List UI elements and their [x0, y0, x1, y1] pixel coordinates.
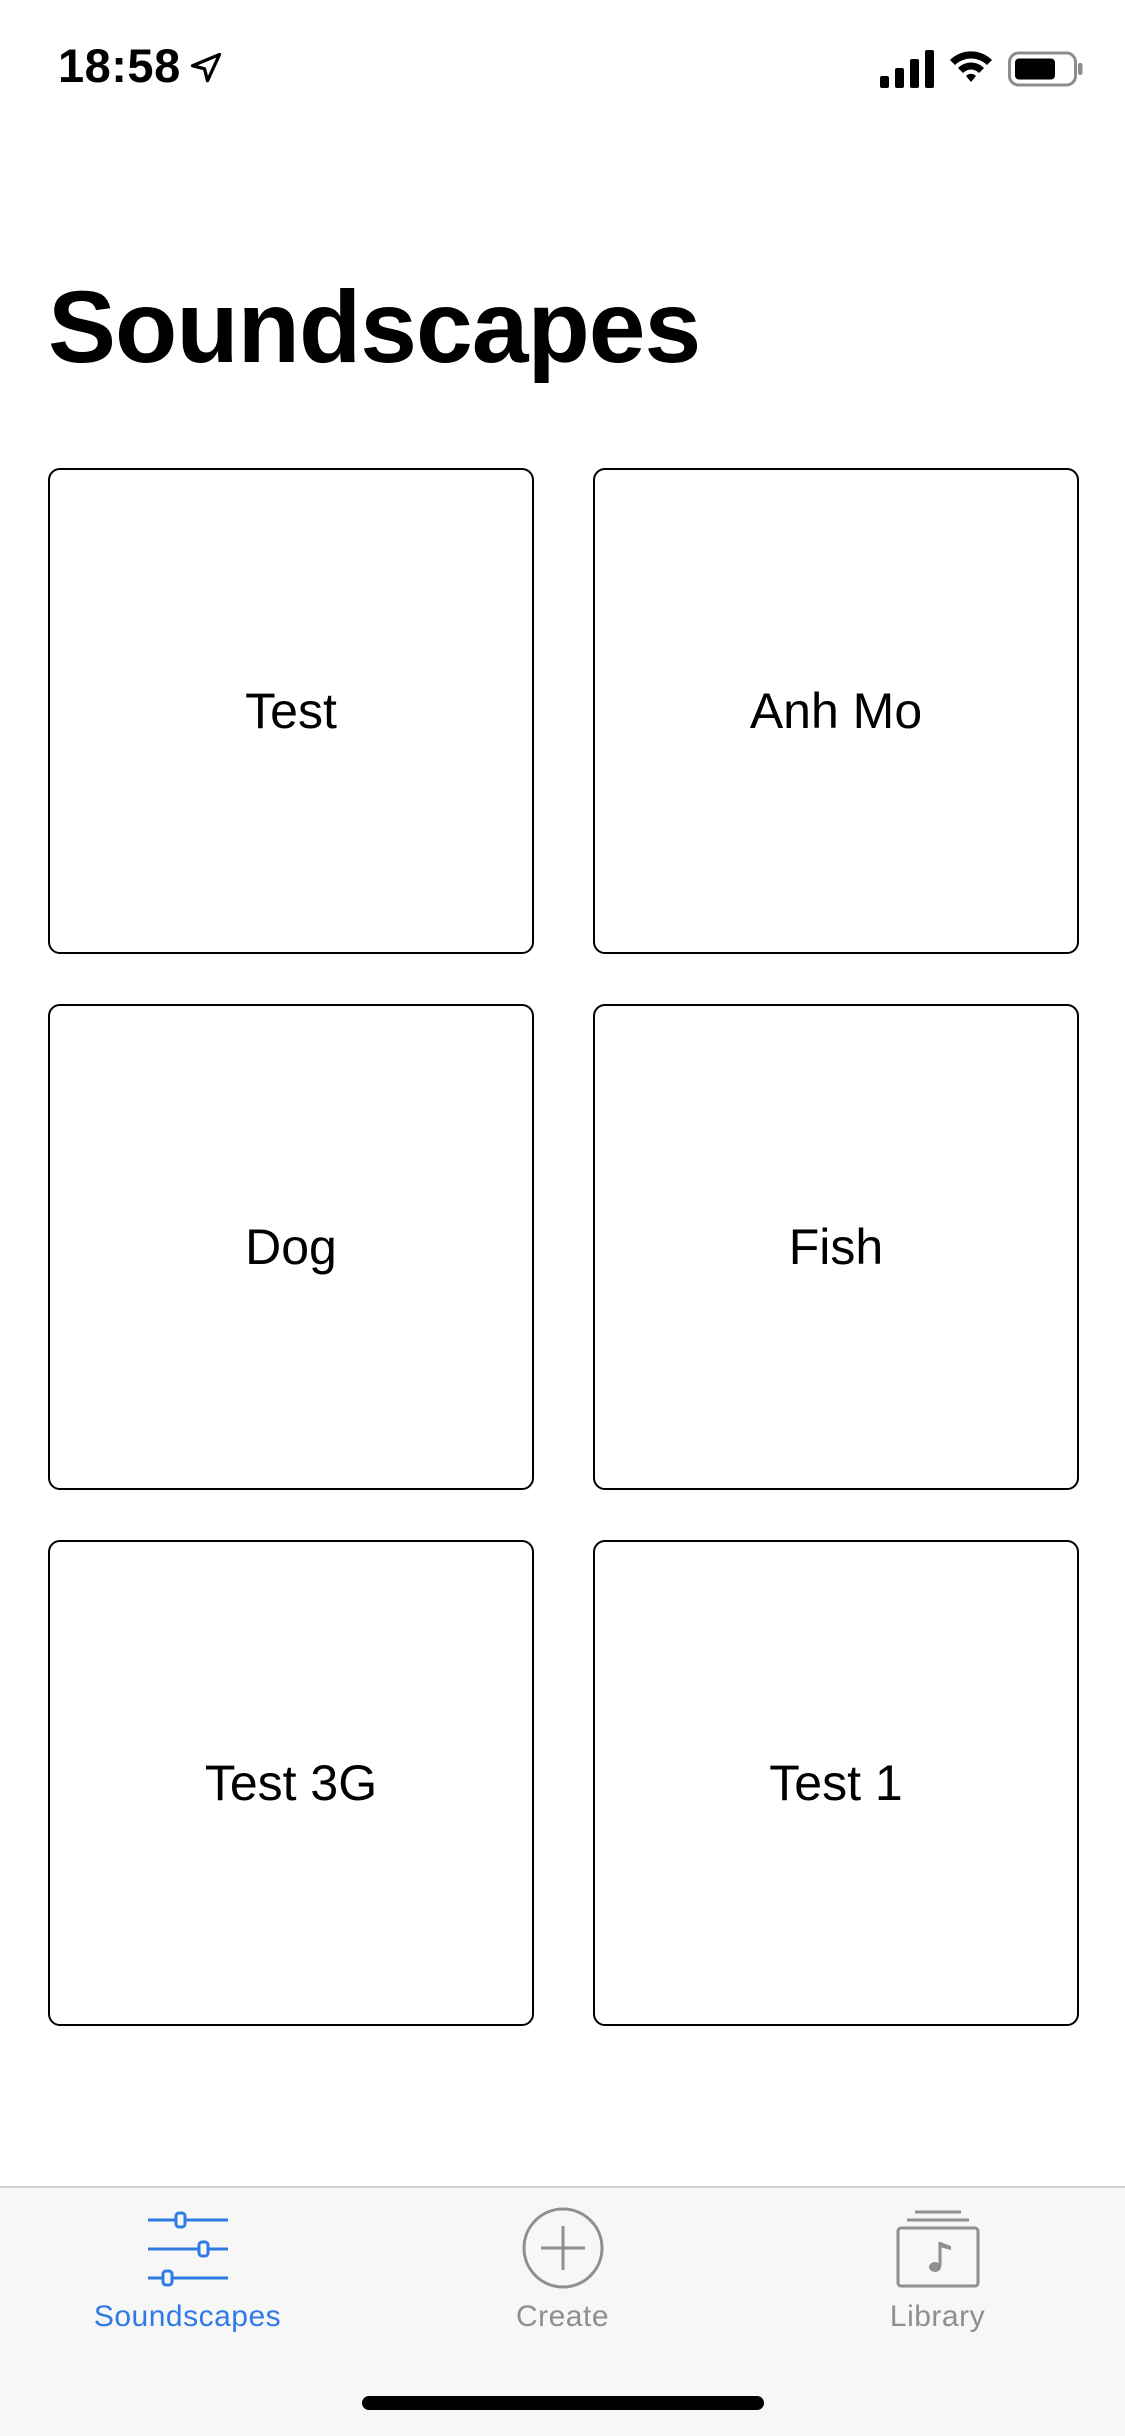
cellular-signal-icon — [880, 50, 934, 88]
soundscape-tile-label: Test — [245, 683, 337, 739]
status-time: 18:58 — [58, 39, 181, 92]
soundscape-tile[interactable]: Anh Mo — [593, 468, 1079, 954]
soundscape-tile-label: Test 1 — [769, 1755, 903, 1811]
tab-label: Create — [515, 2300, 610, 2333]
tab-soundscapes[interactable]: Soundscapes — [0, 2188, 375, 2348]
soundscape-tile[interactable]: Dog — [48, 1004, 534, 1490]
wifi-icon — [950, 51, 992, 82]
plus-circle-icon — [522, 2207, 603, 2289]
page-title: Soundscapes — [48, 270, 701, 384]
tab-label: Library — [889, 2300, 986, 2333]
location-arrow-icon — [190, 52, 222, 83]
soundscape-tile-label: Anh Mo — [749, 683, 923, 739]
soundscape-tile-label: Test 3G — [204, 1755, 378, 1811]
soundscape-tile[interactable]: Fish — [593, 1004, 1079, 1490]
sliders-icon — [147, 2211, 228, 2287]
soundscape-grid: Test Anh Mo Dog Fish Test 3G Test 1 — [48, 468, 1079, 2026]
tab-create[interactable]: Create — [375, 2188, 750, 2348]
battery-icon — [1008, 51, 1083, 87]
tab-label: Soundscapes — [93, 2300, 282, 2333]
soundscape-tile-label: Fish — [788, 1219, 884, 1275]
status-bar: 18:58 — [0, 0, 1125, 132]
tab-library[interactable]: Library — [750, 2188, 1125, 2348]
music-library-icon — [896, 2210, 979, 2288]
soundscape-tile-label: Dog — [245, 1219, 337, 1275]
soundscape-tile[interactable]: Test 1 — [593, 1540, 1079, 2026]
soundscape-tile[interactable]: Test 3G — [48, 1540, 534, 2026]
home-indicator[interactable] — [362, 2396, 764, 2410]
soundscape-tile[interactable]: Test — [48, 468, 534, 954]
